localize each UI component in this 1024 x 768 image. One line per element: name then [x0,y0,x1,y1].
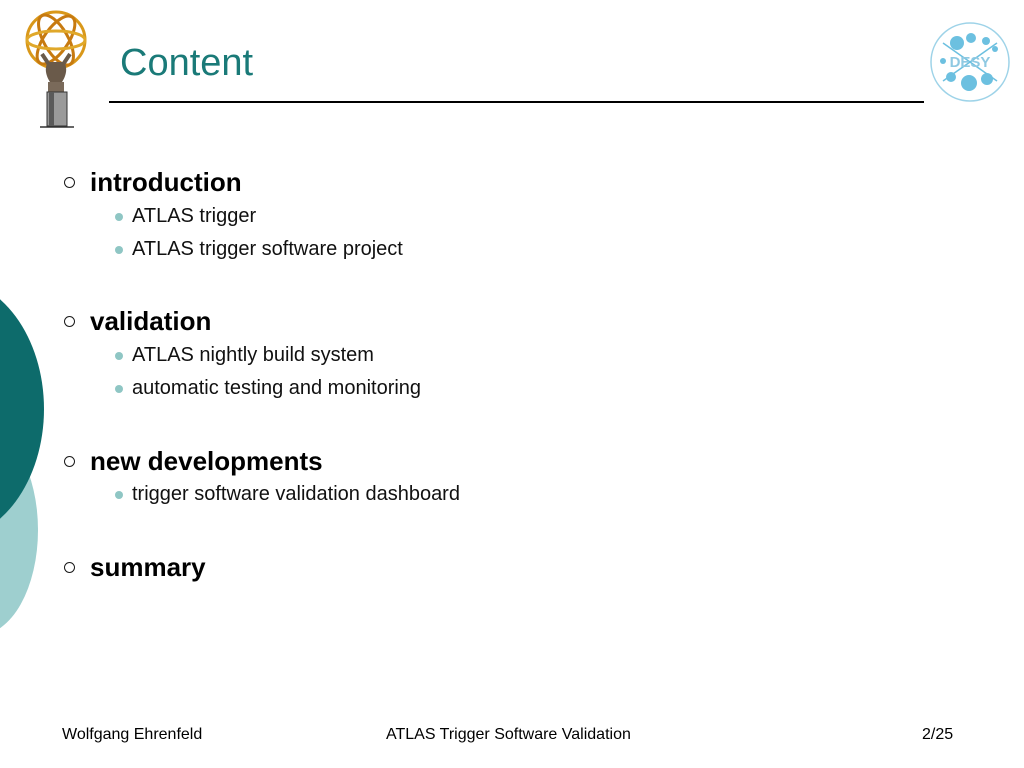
list-item: automatic testing and monitoring [115,372,421,405]
ring-bullet-icon [64,176,75,188]
desy-logo-icon: DESY [930,22,1010,102]
dot-bullet-icon [115,490,123,499]
section-label: new developments [90,445,323,476]
list-item-label: ATLAS trigger software project [132,238,403,260]
slide-title: Content [120,42,254,84]
list-item-label: ATLAS nightly build system [132,344,374,366]
list-item-label: ATLAS trigger [132,205,257,227]
footer-page-number: 2/25 [922,726,954,743]
section-label: summary [90,551,206,582]
ring-bullet-icon [64,455,75,467]
section-validation: validation ATLAS nightly build system au… [62,306,421,405]
dot-bullet-icon [115,384,123,393]
dot-bullet-icon [115,212,123,221]
section-new-developments: new developments trigger software valida… [62,446,460,511]
list-item-label: automatic testing and monitoring [132,377,422,399]
footer-author: Wolfgang Ehrenfeld [62,726,203,743]
title-divider [109,101,924,103]
desy-logo-text: DESY [950,54,991,71]
atlas-logo-icon [25,10,87,128]
list-item: ATLAS trigger software project [115,233,403,266]
section-summary: summary [62,552,206,582]
section-heading: introduction [62,167,403,197]
ring-bullet-icon [64,561,75,573]
list-item: ATLAS nightly build system [115,339,421,372]
section-label: validation [90,305,212,336]
section-introduction: introduction ATLAS trigger ATLAS trigger… [62,167,403,266]
section-label: introduction [90,166,242,197]
list-item: trigger software validation dashboard [115,478,460,511]
slide: Content DESY introduction ATLAS trigger [0,0,1024,768]
section-heading: summary [62,552,206,582]
section-heading: new developments [62,446,460,476]
dot-bullet-icon [115,351,123,360]
list-item: ATLAS trigger [115,200,403,233]
dot-bullet-icon [115,245,123,254]
ring-bullet-icon [64,315,75,327]
section-heading: validation [62,306,421,336]
footer-talk-title: ATLAS Trigger Software Validation [386,726,631,743]
list-item-label: trigger software validation dashboard [132,483,460,505]
